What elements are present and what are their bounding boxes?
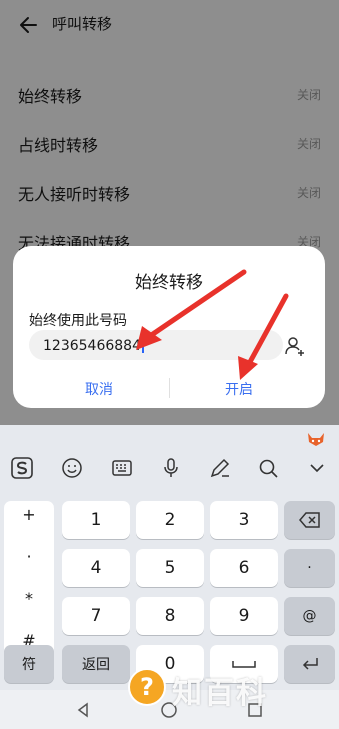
key-6[interactable]: 6 xyxy=(210,549,278,587)
key-4[interactable]: 4 xyxy=(62,549,130,587)
sogou-s-icon[interactable] xyxy=(10,456,34,480)
delete-key[interactable] xyxy=(284,501,335,539)
symbol-column: + · * # xyxy=(4,501,54,669)
backspace-icon xyxy=(298,512,320,528)
phone-number-input[interactable]: 12365466884 xyxy=(29,330,283,360)
watermark-question-icon: ? xyxy=(140,673,154,701)
input-text: 12365466884 xyxy=(43,338,141,354)
watermark: ? 知百科 xyxy=(128,668,328,711)
keyboard-toolbar xyxy=(0,425,339,490)
key-5[interactable]: 5 xyxy=(136,549,204,587)
key-2[interactable]: 2 xyxy=(136,501,204,539)
asterisk-key[interactable]: * xyxy=(4,589,54,608)
symbol-key[interactable]: 符 xyxy=(4,645,54,683)
key-3[interactable]: 3 xyxy=(210,501,278,539)
microphone-icon[interactable] xyxy=(159,456,183,480)
at-key[interactable]: @ xyxy=(284,597,335,635)
dot-key[interactable]: · xyxy=(4,547,54,566)
plus-key[interactable]: + xyxy=(4,505,54,524)
watermark-text: 知百科 xyxy=(172,676,268,711)
forward-dialog: 始终转移 始终使用此号码 12365466884 取消 开启 xyxy=(13,246,325,408)
handwriting-icon[interactable] xyxy=(208,456,232,480)
nav-back-icon[interactable] xyxy=(74,701,92,719)
fox-logo-icon xyxy=(308,433,324,446)
dialog-label: 始终使用此号码 xyxy=(29,313,127,329)
chevron-down-icon[interactable] xyxy=(305,456,329,480)
key-9[interactable]: 9 xyxy=(210,597,278,635)
back-key[interactable]: 返回 xyxy=(62,645,130,683)
dot-key-right[interactable]: · xyxy=(284,549,335,587)
keyboard-icon[interactable] xyxy=(110,456,134,480)
enable-button[interactable]: 开启 xyxy=(209,379,269,399)
button-divider xyxy=(169,378,170,398)
key-8[interactable]: 8 xyxy=(136,597,204,635)
key-1[interactable]: 1 xyxy=(62,501,130,539)
contact-picker-icon[interactable] xyxy=(283,334,307,358)
key-7[interactable]: 7 xyxy=(62,597,130,635)
emoji-icon[interactable] xyxy=(60,456,84,480)
dialog-title: 始终转移 xyxy=(135,273,203,293)
cancel-button[interactable]: 取消 xyxy=(69,379,129,399)
watermark-badge: ? xyxy=(128,668,166,706)
search-icon[interactable] xyxy=(256,456,280,480)
phone-number-value: 12365466884 xyxy=(43,336,144,354)
text-caret xyxy=(141,336,144,353)
